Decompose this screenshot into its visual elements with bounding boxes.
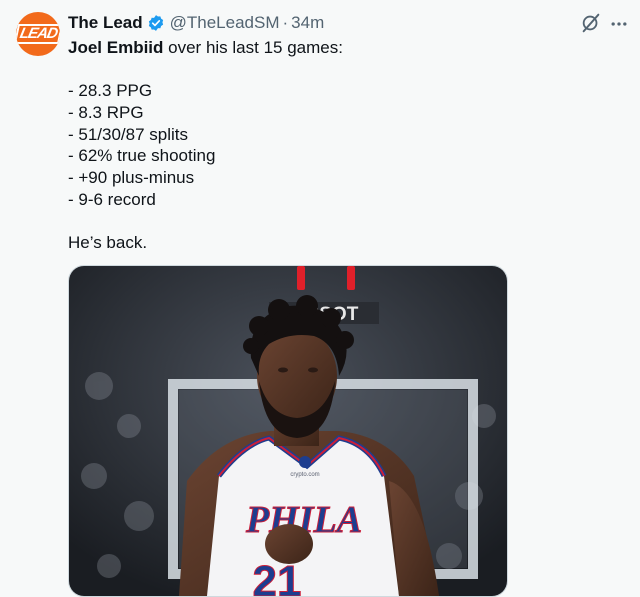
sponsor-text: crypto.com [290,472,319,478]
player-photo: TISSOT PHILA 21 crypto.com [69,266,507,596]
tweet-lead-line: Joel Embiid over his last 15 games: [68,37,588,59]
author-handle[interactable]: @TheLeadSM [170,13,280,33]
avatar-logo-text: LEAD [16,24,60,44]
grok-icon[interactable] [580,12,602,34]
lead-rest: over his last 15 games: [163,38,343,57]
stat-line: - 62% true shooting [68,146,216,166]
avatar[interactable]: LEAD [16,12,60,56]
tweet[interactable]: LEAD The Lead @TheLeadSM · 34m Joel Embi… [0,0,640,597]
stat-line: - 28.3 PPG [68,81,153,101]
tweet-text: Joel Embiid over his last 15 games: - 28… [68,37,588,254]
mentioned-player: Joel Embiid [68,38,164,57]
stat-line: - 9-6 record [68,189,156,209]
more-icon[interactable] [608,14,630,34]
timestamp[interactable]: 34m [291,13,324,33]
closing-line: He’s back. [68,233,148,253]
media-photo[interactable]: TISSOT PHILA 21 crypto.com [68,265,508,597]
author-name[interactable]: The Lead [68,13,143,33]
stat-line: - 51/30/87 splits [68,124,189,144]
stat-line: - 8.3 RPG [68,103,144,123]
separator-dot: · [282,13,289,32]
verified-badge-icon [148,15,163,31]
tweet-header: The Lead @TheLeadSM · 34m [68,13,324,33]
stat-line: - +90 plus-minus [68,168,195,188]
